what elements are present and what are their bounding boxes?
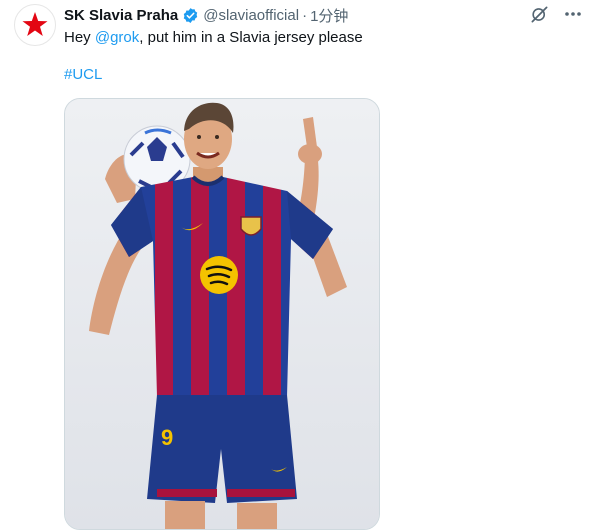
account-name[interactable]: SK Slavia Praha — [64, 7, 178, 24]
svg-text:9: 9 — [161, 425, 173, 450]
avatar[interactable] — [14, 4, 56, 46]
tweet-header: SK Slavia Praha @slaviaofficial · 1分钟 — [64, 5, 348, 26]
tweet-text: Hey @grok, put him in a Slavia jersey pl… — [64, 28, 363, 48]
separator-dot: · — [302, 6, 308, 24]
tweet-text-part: Hey — [64, 29, 95, 46]
timestamp[interactable]: 1分钟 — [310, 5, 348, 26]
slavia-star-logo — [22, 12, 48, 36]
grok-icon[interactable] — [529, 4, 549, 24]
player-photo: 9 — [65, 99, 379, 529]
tweet-actions-top — [529, 4, 583, 24]
account-handle[interactable]: @slaviaofficial — [203, 7, 299, 24]
verified-badge-icon — [182, 7, 199, 24]
hashtag-link[interactable]: #UCL — [64, 66, 102, 83]
more-icon[interactable] — [563, 4, 583, 24]
tweet-media[interactable]: 9 — [64, 98, 380, 530]
mention-link[interactable]: @grok — [95, 29, 139, 46]
tweet-text-part: , put him in a Slavia jersey please — [139, 29, 363, 46]
